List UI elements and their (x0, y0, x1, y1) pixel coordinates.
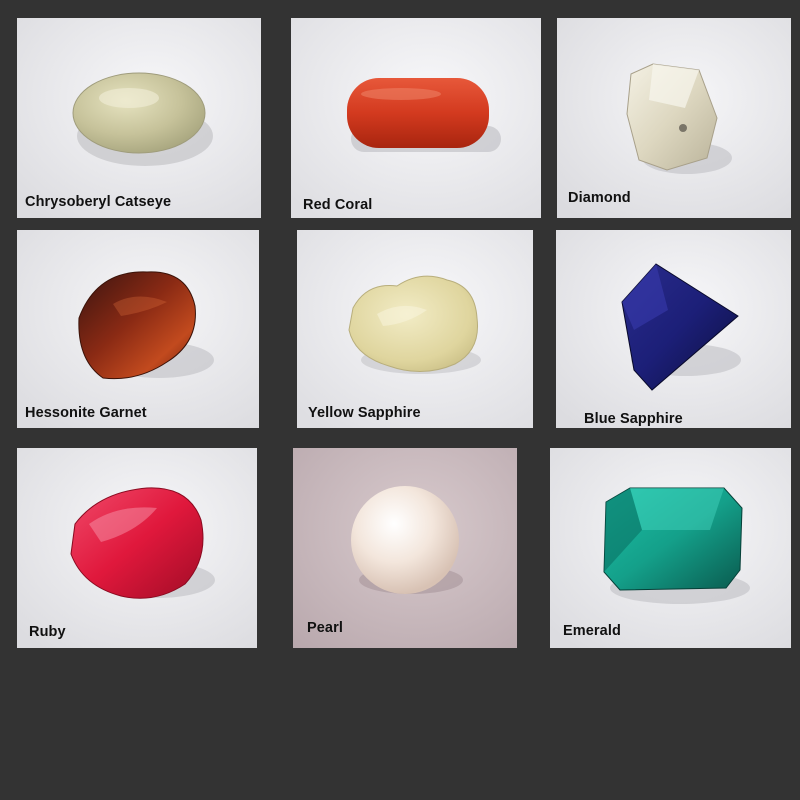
gem-card-chrysoberyl-catseye: Chrysoberyl Catseye (17, 18, 261, 218)
ruby-image (17, 448, 257, 648)
gem-label: Emerald (563, 623, 621, 639)
gem-label: Blue Sapphire (584, 411, 683, 427)
gem-label: Pearl (307, 620, 343, 636)
gem-card-pearl: Pearl (293, 448, 517, 648)
gem-card-diamond: Diamond (557, 18, 791, 218)
blue-sapphire-image (556, 230, 791, 428)
gem-label: Ruby (29, 624, 66, 640)
emerald-image (550, 448, 791, 648)
gem-card-yellow-sapphire: Yellow Sapphire (297, 230, 533, 428)
gem-card-hessonite-garnet: Hessonite Garnet (17, 230, 259, 428)
gem-card-red-coral: Red Coral (291, 18, 541, 218)
yellow-sapphire-image (297, 230, 533, 428)
gem-label: Yellow Sapphire (308, 405, 421, 421)
gem-card-emerald: Emerald (550, 448, 791, 648)
gem-card-blue-sapphire: Blue Sapphire (556, 230, 791, 428)
hessonite-garnet-image (17, 230, 259, 428)
gem-label: Hessonite Garnet (25, 405, 147, 421)
gem-label: Diamond (568, 190, 631, 206)
pearl-image (293, 448, 517, 648)
gem-card-ruby: Ruby (17, 448, 257, 648)
diamond-image (557, 18, 791, 218)
gem-label: Chrysoberyl Catseye (25, 194, 172, 210)
red-coral-image (291, 18, 541, 218)
chrysoberyl-catseye-image (17, 18, 261, 218)
gem-label: Red Coral (303, 197, 373, 213)
